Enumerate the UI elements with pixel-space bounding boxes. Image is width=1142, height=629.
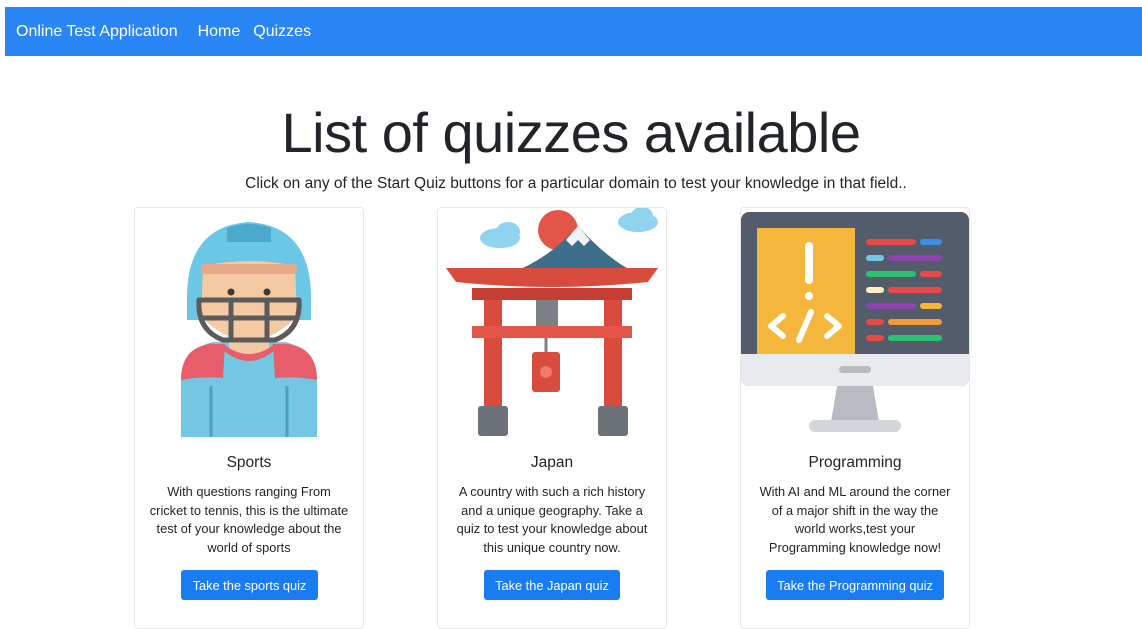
page-title: List of quizzes available bbox=[281, 101, 861, 164]
card-title: Sports bbox=[226, 454, 272, 471]
code-monitor-icon bbox=[741, 212, 969, 432]
top-navbar: Online Test Application Home Quizzes bbox=[5, 7, 1142, 56]
nav-link-quizzes[interactable]: Quizzes bbox=[253, 23, 311, 41]
take-sports-quiz-button[interactable]: Take the sports quiz bbox=[181, 570, 318, 600]
card-description: With AI and ML around the corner of a ma… bbox=[759, 484, 951, 555]
nav-link-home[interactable]: Home bbox=[198, 23, 241, 41]
page-subtitle: Click on any of the Start Quiz buttons f… bbox=[245, 175, 907, 192]
card-description: With questions ranging From cricket to t… bbox=[149, 484, 349, 555]
football-player-icon bbox=[181, 222, 317, 437]
navbar-brand[interactable]: Online Test Application bbox=[16, 23, 178, 41]
take-japan-quiz-button[interactable]: Take the Japan quiz bbox=[484, 570, 620, 600]
torii-gate-icon bbox=[446, 208, 658, 436]
quiz-card-japan: Japan A country with such a rich history… bbox=[437, 207, 667, 629]
card-title: Japan bbox=[530, 454, 574, 471]
card-title: Programming bbox=[808, 454, 902, 471]
card-description: A country with such a rich history and a… bbox=[456, 484, 648, 555]
quiz-card-programming: Programming With AI and ML around the co… bbox=[740, 207, 970, 629]
quiz-card-sports: Sports With questions ranging From crick… bbox=[134, 207, 364, 629]
take-programming-quiz-button[interactable]: Take the Programming quiz bbox=[766, 570, 944, 600]
